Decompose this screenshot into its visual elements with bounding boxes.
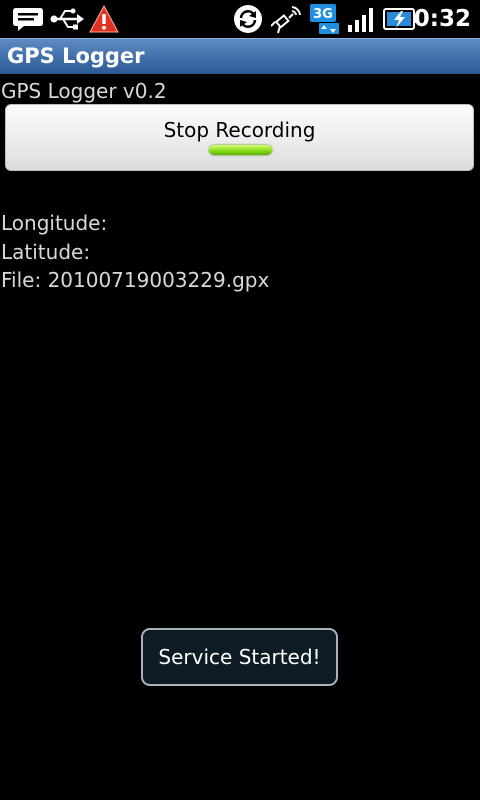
signal-icon: [346, 0, 378, 38]
record-button-label: Stop Recording: [163, 118, 316, 142]
toast-notification: Service Started!: [141, 628, 338, 686]
3g-icon: 3G: [308, 0, 342, 38]
latitude-label: Latitude:: [1, 240, 91, 264]
sync-icon: [232, 0, 264, 38]
file-label: File: 20100719003229.gpx: [1, 268, 270, 292]
screen: 3G 0:32 GPS Logger GPS Logger v0.2 Stop …: [0, 0, 480, 800]
recording-indicator-light: [209, 145, 272, 155]
svg-text:3G: 3G: [313, 7, 333, 22]
title-bar: GPS Logger: [0, 38, 480, 74]
status-time: 0:32: [413, 6, 471, 32]
longitude-label: Longitude:: [1, 211, 108, 235]
stop-recording-button[interactable]: Stop Recording: [5, 104, 474, 171]
warning-icon: [88, 0, 120, 38]
status-bar: 3G 0:32: [0, 0, 480, 38]
gps-icon: [270, 0, 304, 38]
usb-icon: [49, 0, 85, 38]
version-label: GPS Logger v0.2: [1, 79, 167, 103]
message-icon: [11, 0, 45, 38]
app-title: GPS Logger: [7, 44, 145, 68]
